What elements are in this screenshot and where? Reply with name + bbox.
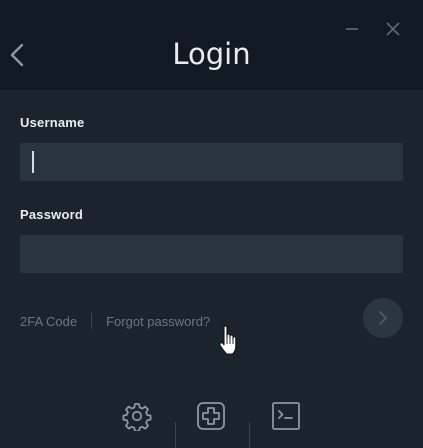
password-input[interactable] — [20, 235, 403, 273]
minimize-button[interactable] — [342, 18, 362, 38]
hand-cursor-icon — [219, 325, 237, 355]
username-label: Username — [20, 115, 85, 130]
submit-button[interactable] — [363, 298, 403, 338]
toolbar-divider — [249, 422, 250, 448]
username-input[interactable] — [20, 143, 403, 181]
console-button[interactable] — [270, 400, 302, 432]
auth-links: 2FA Code Forgot password? — [20, 312, 210, 330]
header-bar: Login — [0, 0, 423, 90]
plus-square-icon — [197, 402, 225, 430]
link-divider — [91, 313, 93, 329]
chevron-right-icon — [379, 311, 387, 325]
close-icon — [386, 22, 400, 36]
gear-icon — [122, 403, 152, 431]
settings-button[interactable] — [121, 400, 153, 432]
page-title: Login — [172, 37, 251, 71]
add-account-button[interactable] — [195, 400, 227, 432]
login-window: Login Username Password 2FA Code Forgot … — [0, 0, 423, 448]
close-button[interactable] — [382, 18, 404, 40]
toolbar-divider — [175, 422, 176, 448]
minimize-icon — [346, 28, 358, 30]
text-caret — [32, 151, 34, 173]
forgot-password-link[interactable]: Forgot password? — [106, 314, 210, 329]
terminal-icon — [272, 402, 300, 430]
password-label: Password — [20, 207, 84, 222]
twofa-code-link[interactable]: 2FA Code — [20, 314, 77, 329]
